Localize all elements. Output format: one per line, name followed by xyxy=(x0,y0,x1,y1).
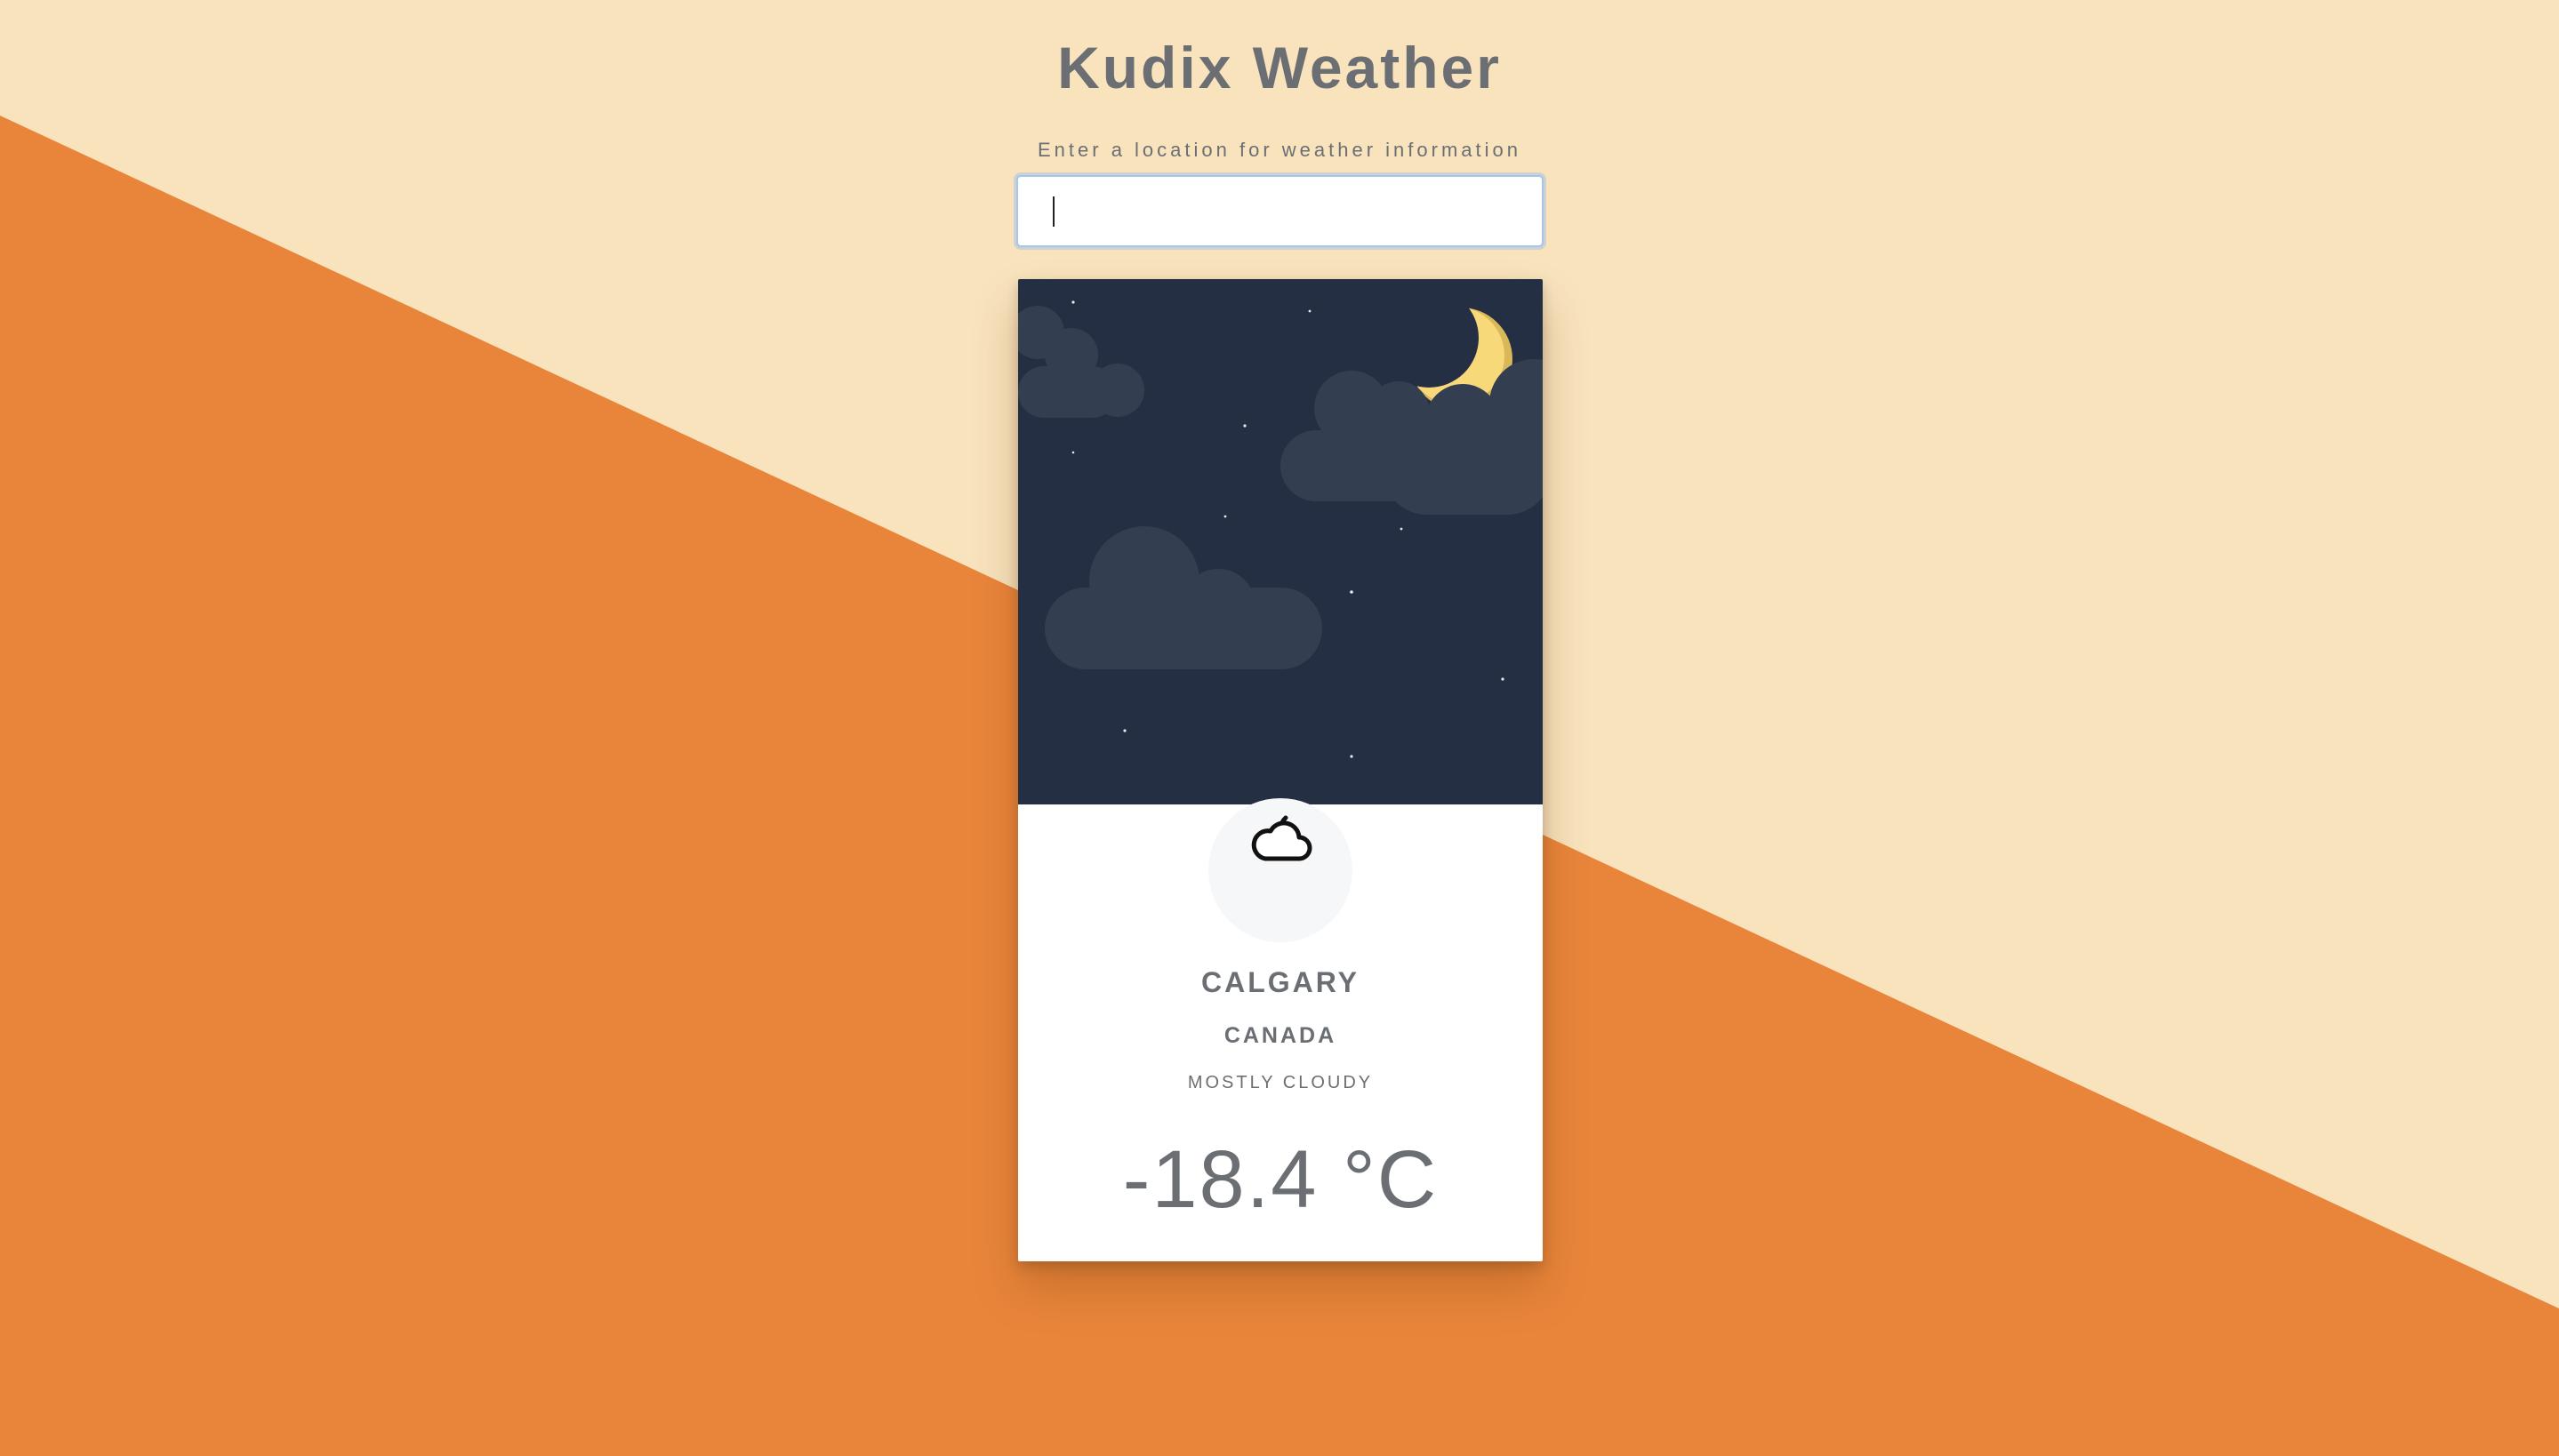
weather-card xyxy=(1018,279,1543,1261)
partly-cloudy-night-icon xyxy=(1251,815,1312,861)
weather-condition: MOSTLY CLOUDY xyxy=(1187,1073,1374,1092)
page: Kudix Weather Enter a location for weath… xyxy=(0,0,2559,1456)
app-title: Kudix Weather xyxy=(1057,35,1502,100)
country-name: CANADA xyxy=(1223,1023,1337,1048)
text-caret xyxy=(1053,196,1055,227)
city-name: CALGARY xyxy=(1200,966,1360,998)
night-sky-illustration xyxy=(1018,279,1543,804)
location-search-input[interactable] xyxy=(1016,175,1544,247)
temperature: -18.4 °C xyxy=(1122,1134,1439,1225)
search-label: Enter a location for weather information xyxy=(1038,139,1521,161)
